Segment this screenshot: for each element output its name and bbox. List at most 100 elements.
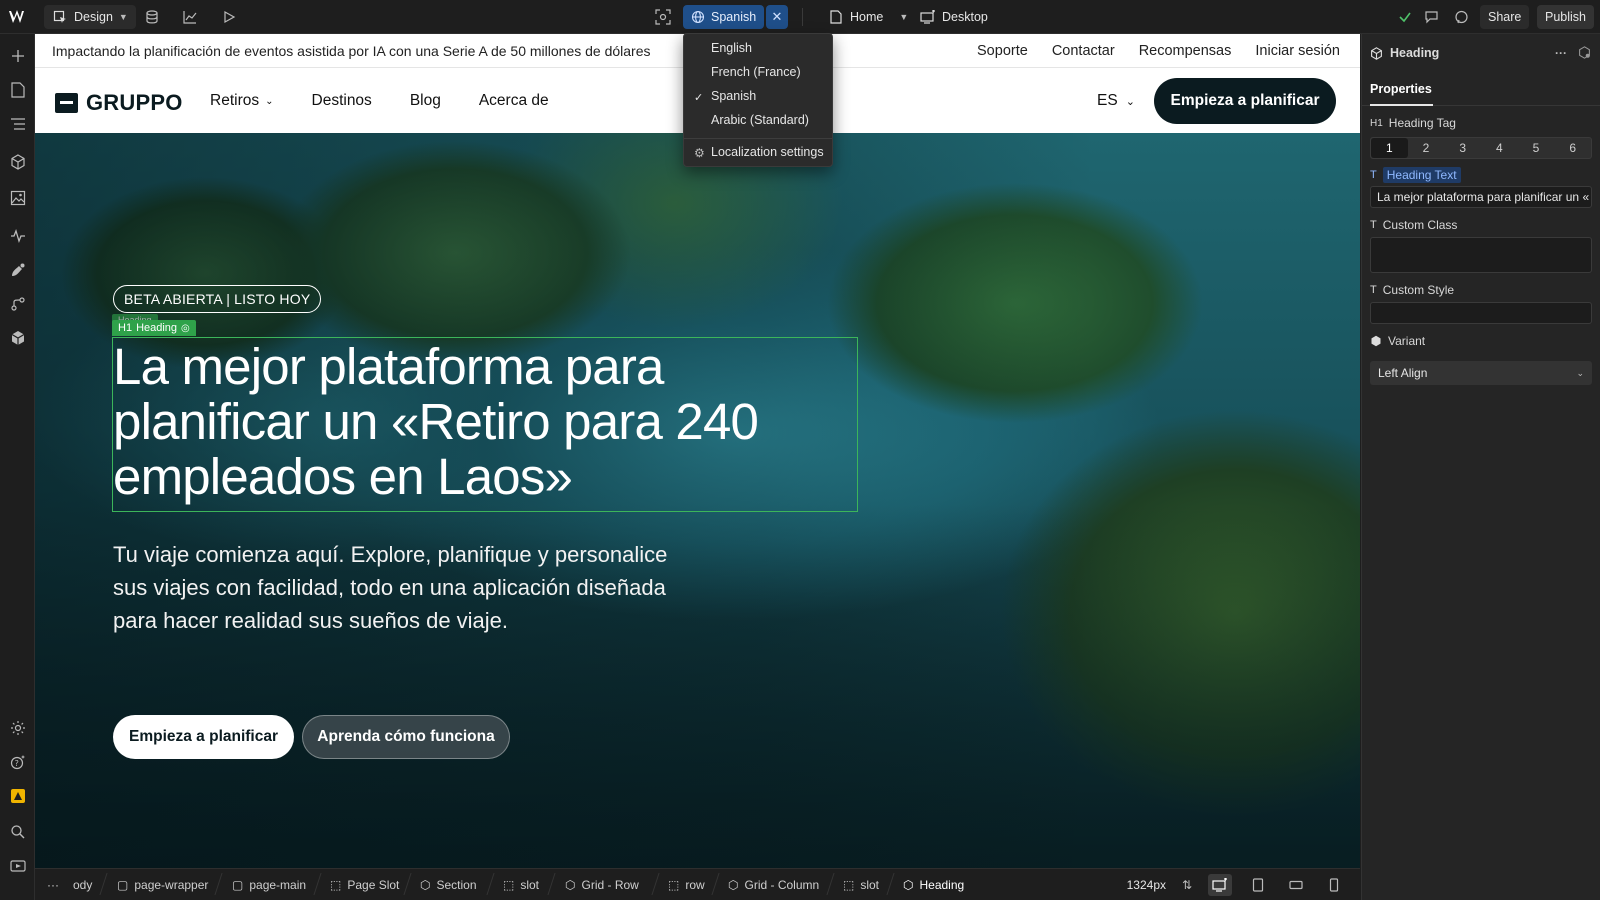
locale-switcher[interactable]: Spanish (683, 5, 765, 29)
nav-item-retreats[interactable]: Retiros ⌄ (210, 92, 274, 110)
breadcrumb-item[interactable]: ody (73, 878, 92, 892)
page-selector[interactable]: Home ▼ (820, 5, 916, 29)
design-mode-button[interactable]: Design ▼ (44, 5, 136, 29)
breadcrumb-item[interactable]: ⬡ Grid - Row (565, 878, 639, 892)
heading-text-input[interactable]: La mejor plataforma para planificar un « (1370, 186, 1592, 208)
components-icon[interactable] (8, 152, 28, 172)
hero-secondary-button[interactable]: Aprenda cómo funciona (302, 715, 510, 759)
breadcrumb-separator (886, 873, 895, 895)
share-button[interactable]: Share (1480, 5, 1530, 29)
breakpoint-selector[interactable]: Desktop (912, 5, 996, 29)
desktop-breakpoint-icon[interactable] (1208, 874, 1232, 896)
tab-properties[interactable]: Properties (1370, 82, 1432, 96)
gear-icon: ⚙ (694, 146, 705, 160)
nav-item-destinations[interactable]: Destinos (312, 92, 372, 110)
heading-text-label-text: Heading Text (1382, 167, 1461, 183)
heading-level-2[interactable]: 2 (1408, 138, 1445, 158)
preview-play-icon[interactable] (221, 9, 237, 25)
breadcrumb-label: Section (436, 878, 477, 892)
heading-level-5[interactable]: 5 (1518, 138, 1555, 158)
apps-cube-icon[interactable] (8, 328, 28, 348)
variant-cube-icon (1370, 335, 1382, 347)
main-nav: Retiros ⌄ Destinos Blog Acerca de (210, 92, 549, 110)
hero-primary-button[interactable]: Empieza a planificar (113, 715, 294, 759)
heading-level-3[interactable]: 3 (1444, 138, 1481, 158)
breadcrumb-item[interactable]: ⬡ Section (420, 878, 477, 892)
locale-option-french[interactable]: French (France) (711, 62, 801, 82)
breadcrumb-label: Heading (919, 878, 965, 892)
custom-style-input[interactable] (1370, 302, 1592, 324)
breadcrumb-item[interactable]: ⬚ Page Slot (330, 878, 399, 892)
locale-option-spanish[interactable]: Spanish (711, 86, 756, 106)
selected-element-tag[interactable]: H1 Heading ◎ (112, 320, 196, 336)
announcement-text: Impactando la planificación de eventos a… (52, 43, 651, 59)
logic-flows-icon[interactable] (8, 294, 28, 314)
tablet-breakpoint-icon[interactable] (1246, 874, 1270, 896)
heading-level-6[interactable]: 6 (1554, 138, 1591, 158)
analytics-icon[interactable] (182, 9, 198, 25)
localization-settings-item[interactable]: Localization settings (711, 142, 824, 162)
toolbar-divider (802, 8, 803, 26)
webflow-logo-icon[interactable] (8, 8, 30, 26)
site-language-selector[interactable]: ES ⌄ (1097, 92, 1135, 110)
selected-tag-prefix: H1 (118, 322, 133, 334)
menu-divider (684, 138, 832, 139)
heading-level-4[interactable]: 4 (1481, 138, 1518, 158)
video-tutorials-icon[interactable] (8, 856, 28, 876)
interactions-icon[interactable] (8, 226, 28, 246)
cms-database-icon[interactable] (144, 9, 160, 25)
settings-gear-icon[interactable] (8, 718, 28, 738)
component-settings-icon[interactable] (1578, 46, 1591, 59)
breadcrumb-label: page-wrapper (134, 878, 209, 892)
breadcrumb-item[interactable]: ▢ page-main (232, 878, 306, 892)
site-logo[interactable]: GRUPPO (55, 90, 183, 116)
variant-select[interactable]: Left Align ⌄ (1370, 361, 1592, 385)
locale-option-arabic[interactable]: Arabic (Standard) (711, 110, 809, 130)
util-link-login[interactable]: Iniciar sesión (1255, 43, 1340, 59)
breadcrumb-item[interactable]: ⬚ slot (843, 878, 879, 892)
pages-icon[interactable] (8, 80, 28, 100)
util-link-contact[interactable]: Contactar (1052, 43, 1115, 59)
chat-bubble-icon[interactable] (1453, 9, 1469, 25)
audit-warning-icon[interactable] (8, 786, 28, 806)
hero-heading[interactable]: La mejor plataforma para planificar un «… (113, 339, 813, 504)
nav-item-about[interactable]: Acerca de (479, 92, 549, 110)
more-options-icon[interactable]: ··· (1555, 46, 1567, 60)
beta-badge: BETA ABIERTA | LISTO HOY (113, 285, 322, 313)
locale-option-english[interactable]: English (711, 38, 752, 58)
breadcrumb-overflow[interactable]: ··· (47, 878, 59, 892)
nav-item-blog[interactable]: Blog (410, 92, 441, 110)
mobile-portrait-icon[interactable] (1322, 874, 1346, 896)
h1-tag-icon: H1 (1370, 117, 1383, 129)
breadcrumb-item[interactable]: ▢ page-wrapper (117, 878, 208, 892)
assets-icon[interactable] (8, 188, 28, 208)
comments-mode-icon[interactable] (1424, 9, 1440, 25)
screenshot-focus-icon[interactable] (655, 9, 671, 25)
custom-class-input[interactable] (1370, 237, 1592, 273)
breadcrumb-label: Page Slot (347, 878, 400, 892)
breadcrumb-item[interactable]: ⬡ Grid - Column (728, 878, 819, 892)
resize-height-icon[interactable]: ⇅ (1180, 874, 1194, 896)
util-link-support[interactable]: Soporte (977, 43, 1028, 59)
util-link-rewards[interactable]: Recompensas (1139, 43, 1232, 59)
breadcrumb-item[interactable]: ⬚ row (668, 878, 705, 892)
styles-icon[interactable] (8, 260, 28, 280)
heading-level-1[interactable]: 1 (1371, 138, 1408, 158)
breadcrumb-label: slot (520, 878, 540, 892)
component-icon: ⬡ (565, 878, 576, 892)
close-icon[interactable]: ✕ (766, 5, 788, 29)
svg-text:?: ? (15, 759, 19, 768)
chevron-down-icon: ▼ (118, 12, 128, 22)
navigator-icon[interactable] (8, 114, 28, 134)
search-icon[interactable] (8, 822, 28, 842)
publish-button[interactable]: Publish (1537, 5, 1594, 29)
logo-text: GRUPPO (86, 90, 183, 115)
mobile-landscape-icon[interactable] (1284, 874, 1308, 896)
canvas-width-readout: 1324px (1126, 878, 1166, 892)
add-element-icon[interactable] (8, 46, 28, 66)
help-ai-icon[interactable]: ? (8, 752, 28, 772)
nav-cta-button[interactable]: Empieza a planificar (1154, 78, 1336, 124)
dashed-box-icon: ⬚ (503, 878, 515, 892)
breadcrumb-item[interactable]: ⬡ Heading (903, 878, 964, 892)
breadcrumb-item[interactable]: ⬚ slot (503, 878, 539, 892)
